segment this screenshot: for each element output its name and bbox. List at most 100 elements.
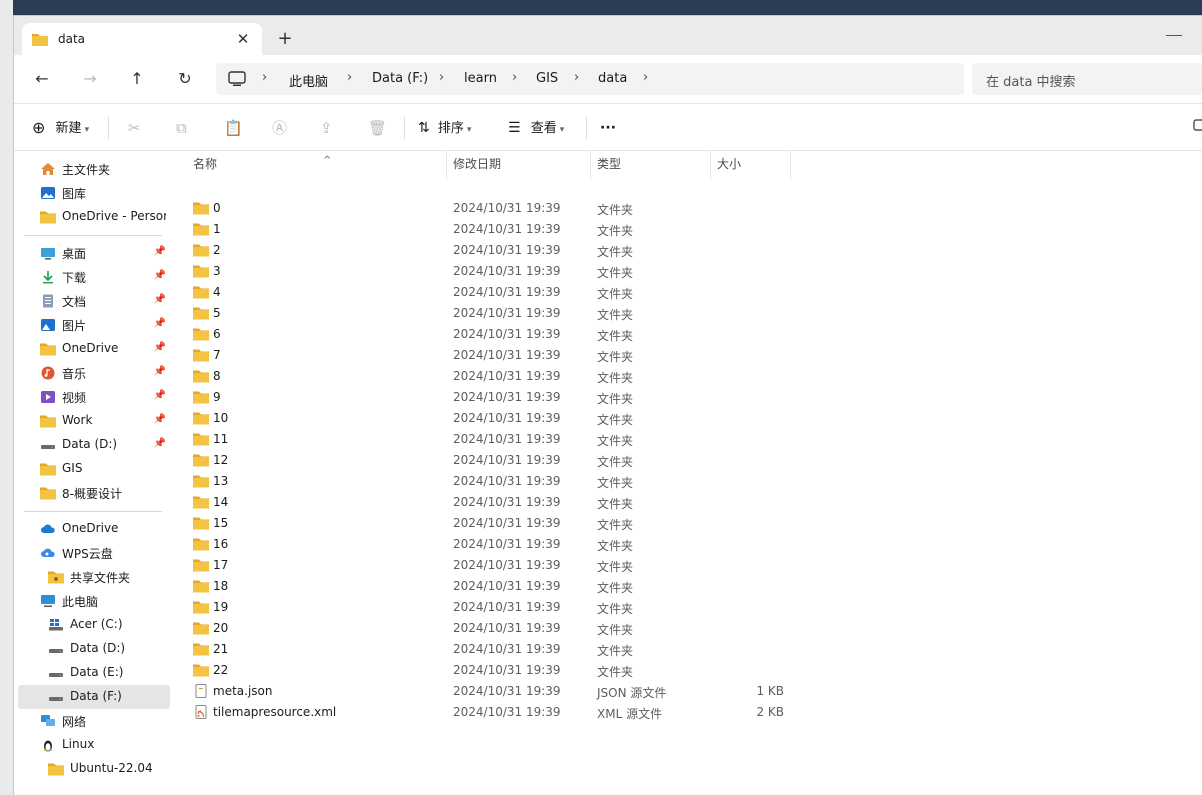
file-row[interactable]: 14 2024/10/31 19:39 文件夹 xyxy=(174,492,794,513)
sidebar-item-tree-1[interactable]: WPS云盘 xyxy=(18,541,170,565)
folder-icon xyxy=(193,222,209,239)
file-row[interactable]: 18 2024/10/31 19:39 文件夹 xyxy=(174,576,794,597)
column-header-size[interactable]: 大小 xyxy=(711,151,791,179)
sidebar-item-tree-5[interactable]: Data (D:) xyxy=(18,637,170,661)
file-type: 文件夹 xyxy=(597,518,634,532)
cut-icon[interactable]: ✂ xyxy=(128,116,141,140)
sidebar-item-tree-6[interactable]: Data (E:) xyxy=(18,661,170,685)
sidebar-item-pinned-3[interactable]: 图片 📌 xyxy=(18,313,170,337)
sidebar-item-pinned-5[interactable]: 音乐 📌 xyxy=(18,361,170,385)
sidebar-item-label: WPS云盘 xyxy=(62,547,113,561)
sidebar-item-pinned-10[interactable]: 8-概要设计 xyxy=(18,481,170,505)
file-row[interactable]: 21 2024/10/31 19:39 文件夹 xyxy=(174,639,794,660)
sidebar-item-pinned-4[interactable]: OneDrive 📌 xyxy=(18,337,170,361)
breadcrumb-drive-f[interactable]: Data (F:) xyxy=(372,71,428,86)
file-row[interactable]: 10 2024/10/31 19:39 文件夹 xyxy=(174,408,794,429)
file-row[interactable]: tilemapresource.xml 2024/10/31 19:39 XML 源… xyxy=(174,702,794,723)
file-modified-date: 2024/10/31 19:39 xyxy=(453,579,561,593)
back-button[interactable]: ← xyxy=(28,65,56,93)
new-button[interactable]: ⊕ 新建 ▾ xyxy=(32,116,89,140)
file-row[interactable]: 15 2024/10/31 19:39 文件夹 xyxy=(174,513,794,534)
file-row[interactable]: 19 2024/10/31 19:39 文件夹 xyxy=(174,597,794,618)
close-tab-icon[interactable]: ✕ xyxy=(232,28,254,50)
drive-icon xyxy=(48,690,64,704)
paste-icon[interactable]: 📋 xyxy=(224,116,243,140)
file-row[interactable]: 3 2024/10/31 19:39 文件夹 xyxy=(174,261,794,282)
file-type: 文件夹 xyxy=(597,476,634,490)
file-row[interactable]: 20 2024/10/31 19:39 文件夹 xyxy=(174,618,794,639)
sidebar-item-tree-0[interactable]: OneDrive xyxy=(18,517,170,541)
address-bar[interactable]: › 此电脑 › Data (F:) › learn › GIS › data › xyxy=(216,63,964,95)
file-row[interactable]: 16 2024/10/31 19:39 文件夹 xyxy=(174,534,794,555)
file-name: 19 xyxy=(213,600,229,614)
file-row[interactable]: 12 2024/10/31 19:39 文件夹 xyxy=(174,450,794,471)
sidebar-item-tree-7[interactable]: Data (F:) xyxy=(18,685,170,709)
sidebar-item-quick-1[interactable]: 图库 xyxy=(18,181,170,205)
sidebar-item-pinned-1[interactable]: 下载 📌 xyxy=(18,265,170,289)
chevron-right-icon[interactable]: › xyxy=(643,70,648,85)
file-row[interactable]: 11 2024/10/31 19:39 文件夹 xyxy=(174,429,794,450)
share-icon[interactable]: ⇪ xyxy=(320,116,333,140)
document-icon xyxy=(40,294,56,308)
sidebar-item-pinned-9[interactable]: GIS xyxy=(18,457,170,481)
refresh-button[interactable]: ↻ xyxy=(171,65,199,93)
file-row[interactable]: 8 2024/10/31 19:39 文件夹 xyxy=(174,366,794,387)
new-tab-button[interactable]: + xyxy=(274,28,296,50)
file-row[interactable]: 0 2024/10/31 19:39 文件夹 xyxy=(174,198,794,219)
file-modified-date: 2024/10/31 19:39 xyxy=(453,432,561,446)
up-button[interactable]: ↑ xyxy=(123,65,151,93)
sidebar-item-pinned-0[interactable]: 桌面 📌 xyxy=(18,241,170,265)
search-input[interactable]: 在 data 中搜索 xyxy=(972,63,1202,95)
file-row[interactable]: 1 2024/10/31 19:39 文件夹 xyxy=(174,219,794,240)
sidebar-item-quick-0[interactable]: 主文件夹 xyxy=(18,157,170,181)
file-row[interactable]: 9 2024/10/31 19:39 文件夹 xyxy=(174,387,794,408)
sidebar-item-label: Linux xyxy=(62,737,95,751)
sidebar-item-tree-4[interactable]: Acer (C:) xyxy=(18,613,170,637)
delete-icon[interactable]: 🗑 xyxy=(368,116,387,140)
sidebar-item-tree-10[interactable]: Ubuntu-22.04 xyxy=(18,757,170,781)
folder-icon xyxy=(40,342,56,356)
file-type: 文件夹 xyxy=(597,350,634,364)
column-header-name[interactable]: 名称 ^ xyxy=(187,151,447,179)
file-modified-date: 2024/10/31 19:39 xyxy=(453,474,561,488)
column-header-modified[interactable]: 修改日期 xyxy=(447,151,591,179)
sidebar-item-tree-9[interactable]: Linux xyxy=(18,733,170,757)
breadcrumb-this-pc[interactable]: 此电脑 xyxy=(289,71,328,90)
file-row[interactable]: 6 2024/10/31 19:39 文件夹 xyxy=(174,324,794,345)
tab-data[interactable]: data ✕ xyxy=(22,23,262,55)
file-name: 10 xyxy=(213,411,229,425)
sidebar-item-pinned-7[interactable]: Work 📌 xyxy=(18,409,170,433)
minimize-button[interactable] xyxy=(1166,26,1182,36)
file-row[interactable]: 4 2024/10/31 19:39 文件夹 xyxy=(174,282,794,303)
file-row[interactable]: 22 2024/10/31 19:39 文件夹 xyxy=(174,660,794,681)
forward-button[interactable]: → xyxy=(76,65,104,93)
copy-icon[interactable]: ⧉ xyxy=(176,116,187,140)
file-row[interactable]: 7 2024/10/31 19:39 文件夹 xyxy=(174,345,794,366)
sidebar-item-quick-2[interactable]: OneDrive - Persona xyxy=(18,205,170,229)
file-modified-date: 2024/10/31 19:39 xyxy=(453,453,561,467)
sort-button[interactable]: ⇅ 排序 ▾ xyxy=(418,116,471,140)
sidebar-item-pinned-6[interactable]: 视频 📌 xyxy=(18,385,170,409)
sidebar-item-pinned-2[interactable]: 文档 📌 xyxy=(18,289,170,313)
view-button[interactable]: ☰ 查看 ▾ xyxy=(508,116,564,140)
details-pane-icon[interactable] xyxy=(1193,116,1202,140)
file-row[interactable]: 17 2024/10/31 19:39 文件夹 xyxy=(174,555,794,576)
rename-icon[interactable]: Ⓐ xyxy=(272,116,287,140)
column-modified-label: 修改日期 xyxy=(453,157,502,171)
file-row[interactable]: 13 2024/10/31 19:39 文件夹 xyxy=(174,471,794,492)
column-header-type[interactable]: 类型 xyxy=(591,151,711,179)
breadcrumb-gis[interactable]: GIS xyxy=(536,71,558,86)
sidebar-item-tree-2[interactable]: 共享文件夹 xyxy=(18,565,170,589)
breadcrumb-learn[interactable]: learn xyxy=(464,71,497,86)
file-row[interactable]: 2 2024/10/31 19:39 文件夹 xyxy=(174,240,794,261)
sidebar-item-pinned-8[interactable]: Data (D:) 📌 xyxy=(18,433,170,457)
sidebar-item-label: OneDrive xyxy=(62,341,119,355)
more-options-button[interactable]: ··· xyxy=(600,116,616,140)
file-row[interactable]: meta.json 2024/10/31 19:39 JSON 源文件 1 KB xyxy=(174,681,794,702)
file-modified-date: 2024/10/31 19:39 xyxy=(453,390,561,404)
file-row[interactable]: 5 2024/10/31 19:39 文件夹 xyxy=(174,303,794,324)
breadcrumb-data[interactable]: data xyxy=(598,71,627,86)
sidebar-item-tree-8[interactable]: 网络 xyxy=(18,709,170,733)
sidebar-item-tree-3[interactable]: 此电脑 xyxy=(18,589,170,613)
file-type: 文件夹 xyxy=(597,644,634,658)
